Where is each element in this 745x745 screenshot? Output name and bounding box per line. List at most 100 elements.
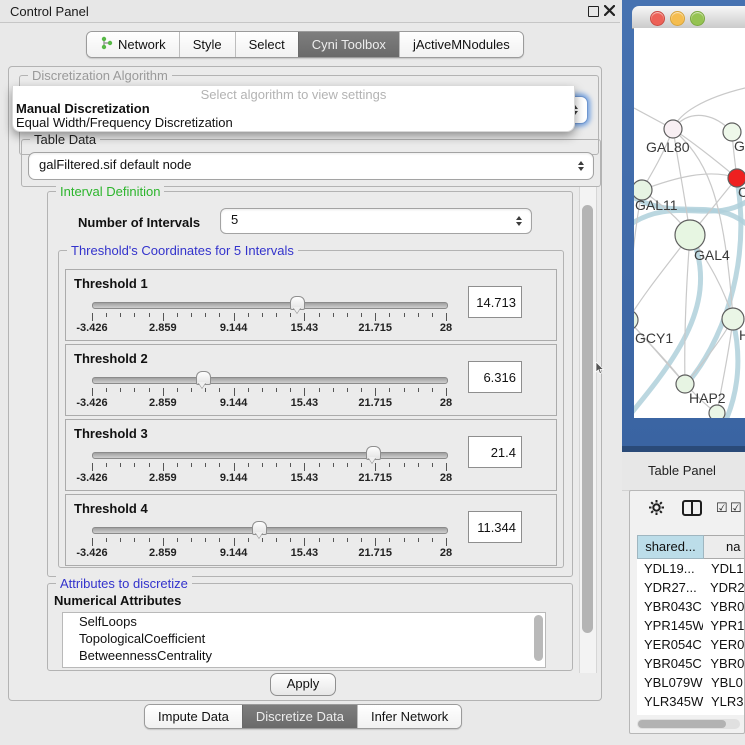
table-data-group: Table Data galFiltered.sif default node	[21, 139, 601, 187]
tick-mark	[304, 538, 305, 546]
tick-mark	[120, 313, 121, 317]
list-item-topologicalcoefficient[interactable]: TopologicalCoefficient	[63, 630, 545, 647]
slider-thumb[interactable]	[366, 446, 381, 460]
tick-mark	[276, 463, 277, 467]
close-traffic-light[interactable]	[650, 11, 665, 26]
network-node[interactable]	[634, 310, 638, 330]
network-node[interactable]	[675, 220, 705, 250]
checkbox-checked-icon[interactable]: ☑	[730, 501, 742, 514]
panel-scrollbar-thumb[interactable]	[582, 205, 593, 633]
network-node[interactable]	[709, 405, 725, 418]
close-icon[interactable]	[604, 5, 615, 16]
column-layout-icon[interactable]	[682, 500, 702, 516]
network-view-canvas[interactable]: GAL80GACGAL11GAL4GCY1HHAP2	[634, 28, 745, 418]
tick-label: 21.715	[358, 472, 392, 484]
tick-label: -3.426	[76, 472, 107, 484]
tick-mark	[92, 313, 93, 321]
tick-mark	[333, 538, 334, 542]
network-node[interactable]	[664, 120, 682, 138]
thresholds-group: Threshold's Coordinates for 5 Intervals …	[58, 250, 564, 568]
tick-mark	[92, 388, 93, 396]
tick-mark	[106, 463, 107, 467]
tick-mark	[120, 463, 121, 467]
column-header-shared-[interactable]: shared...	[637, 535, 704, 559]
tick-mark	[361, 538, 362, 542]
table-row[interactable]: YDR27...YDR2	[637, 578, 744, 597]
tick-label: 2.859	[149, 397, 177, 409]
network-window-titlebar[interactable]	[632, 6, 745, 29]
table-panel-titlebar: Table Panel	[622, 452, 745, 491]
tick-mark	[404, 388, 405, 392]
control-panel-titlebar: Control Panel	[0, 0, 620, 23]
mouse-cursor	[595, 362, 605, 375]
tick-mark	[319, 538, 320, 542]
tab-select[interactable]: Select	[235, 32, 298, 57]
tick-mark	[163, 463, 164, 471]
slider-thumb[interactable]	[196, 371, 211, 385]
numerical-attributes-list[interactable]: SelfLoopsTopologicalCoefficientBetweenne…	[62, 612, 546, 668]
tick-label: 28	[440, 397, 452, 409]
column-header-name[interactable]: na	[704, 535, 745, 559]
tab-label: Impute Data	[158, 709, 229, 724]
slider-track[interactable]	[92, 377, 448, 384]
table-data-select[interactable]: galFiltered.sif default node	[28, 152, 594, 180]
tab-discretize-data[interactable]: Discretize Data	[242, 705, 357, 728]
group-title: Interval Definition	[56, 184, 164, 199]
tab-infer-network[interactable]: Infer Network	[357, 705, 461, 728]
table-row[interactable]: YBL079WYBL0	[637, 673, 744, 692]
network-node-label: GCY1	[635, 330, 673, 346]
dropdown-item-equal-width-frequency-discretization[interactable]: Equal Width/Frequency Discretization	[13, 116, 574, 130]
number-of-intervals-spinner[interactable]: 5	[220, 208, 532, 234]
threshold-value-field[interactable]: 21.4	[468, 436, 522, 468]
numerical-attributes-label: Numerical Attributes	[54, 593, 181, 608]
table-hscroll-thumb[interactable]	[638, 720, 726, 728]
list-scrollbar-thumb[interactable]	[534, 615, 543, 661]
threshold-value-field[interactable]: 14.713	[468, 286, 522, 318]
panel-scrollbar[interactable]	[579, 187, 597, 673]
apply-button[interactable]: Apply	[270, 673, 336, 696]
checkbox-checked-icon[interactable]: ☑	[716, 501, 728, 514]
table-data-value: galFiltered.sif default node	[39, 157, 191, 172]
tick-label: 15.43	[291, 397, 319, 409]
tick-mark	[290, 463, 291, 467]
tick-mark	[319, 388, 320, 392]
list-item-betweennesscentrality[interactable]: BetweennessCentrality	[63, 647, 545, 664]
zoom-traffic-light[interactable]	[690, 11, 705, 26]
dropdown-item-manual-discretization[interactable]: Manual Discretization	[13, 102, 574, 116]
threshold-value-field[interactable]: 11.344	[468, 511, 522, 543]
tab-impute-data[interactable]: Impute Data	[145, 705, 242, 728]
slider-thumb[interactable]	[290, 296, 305, 310]
table-row[interactable]: YIL052CYIL0	[637, 711, 744, 715]
attributes-group: Attributes to discretize Numerical Attri…	[47, 583, 573, 671]
table-row[interactable]: YBR043CYBR0	[637, 597, 744, 616]
group-title: Threshold's Coordinates for 5 Intervals	[67, 243, 298, 258]
table-row[interactable]: YPR145WYPR1	[637, 616, 744, 635]
tab-jactivemnodules[interactable]: jActiveMNodules	[399, 32, 523, 57]
tick-mark	[205, 313, 206, 317]
tab-cyni-toolbox[interactable]: Cyni Toolbox	[298, 32, 399, 57]
table-row[interactable]: YBR045CYBR0	[637, 654, 744, 673]
slider-track[interactable]	[92, 302, 448, 309]
float-window-icon[interactable]	[588, 6, 599, 17]
tick-mark	[149, 538, 150, 542]
slider-track[interactable]	[92, 527, 448, 534]
threshold-panel-2: Threshold 2-3.4262.8599.14415.4321.71528…	[65, 344, 557, 416]
network-node-label: GAL80	[646, 139, 690, 155]
threshold-value-field[interactable]: 6.316	[468, 361, 522, 393]
tab-style[interactable]: Style	[179, 32, 235, 57]
network-graph: GAL80GACGAL11GAL4GCY1HHAP2	[634, 28, 745, 418]
slider-thumb[interactable]	[252, 521, 267, 535]
minimize-traffic-light[interactable]	[670, 11, 685, 26]
tick-mark	[219, 388, 220, 392]
list-item-selfloops[interactable]: SelfLoops	[63, 613, 545, 630]
table-horizontal-scrollbar[interactable]	[637, 719, 740, 729]
tab-label: Network	[118, 37, 166, 52]
tab-network[interactable]: Network	[87, 32, 179, 57]
table-row[interactable]: YDL19...YDL1	[637, 559, 744, 578]
tick-label: 9.144	[220, 322, 248, 334]
slider-track[interactable]	[92, 452, 448, 459]
table-row[interactable]: YER054CYER0	[637, 635, 744, 654]
settings-gear-icon[interactable]	[648, 499, 665, 516]
table-row[interactable]: YLR345WYLR3	[637, 692, 744, 711]
tab-label: jActiveMNodules	[413, 37, 510, 52]
